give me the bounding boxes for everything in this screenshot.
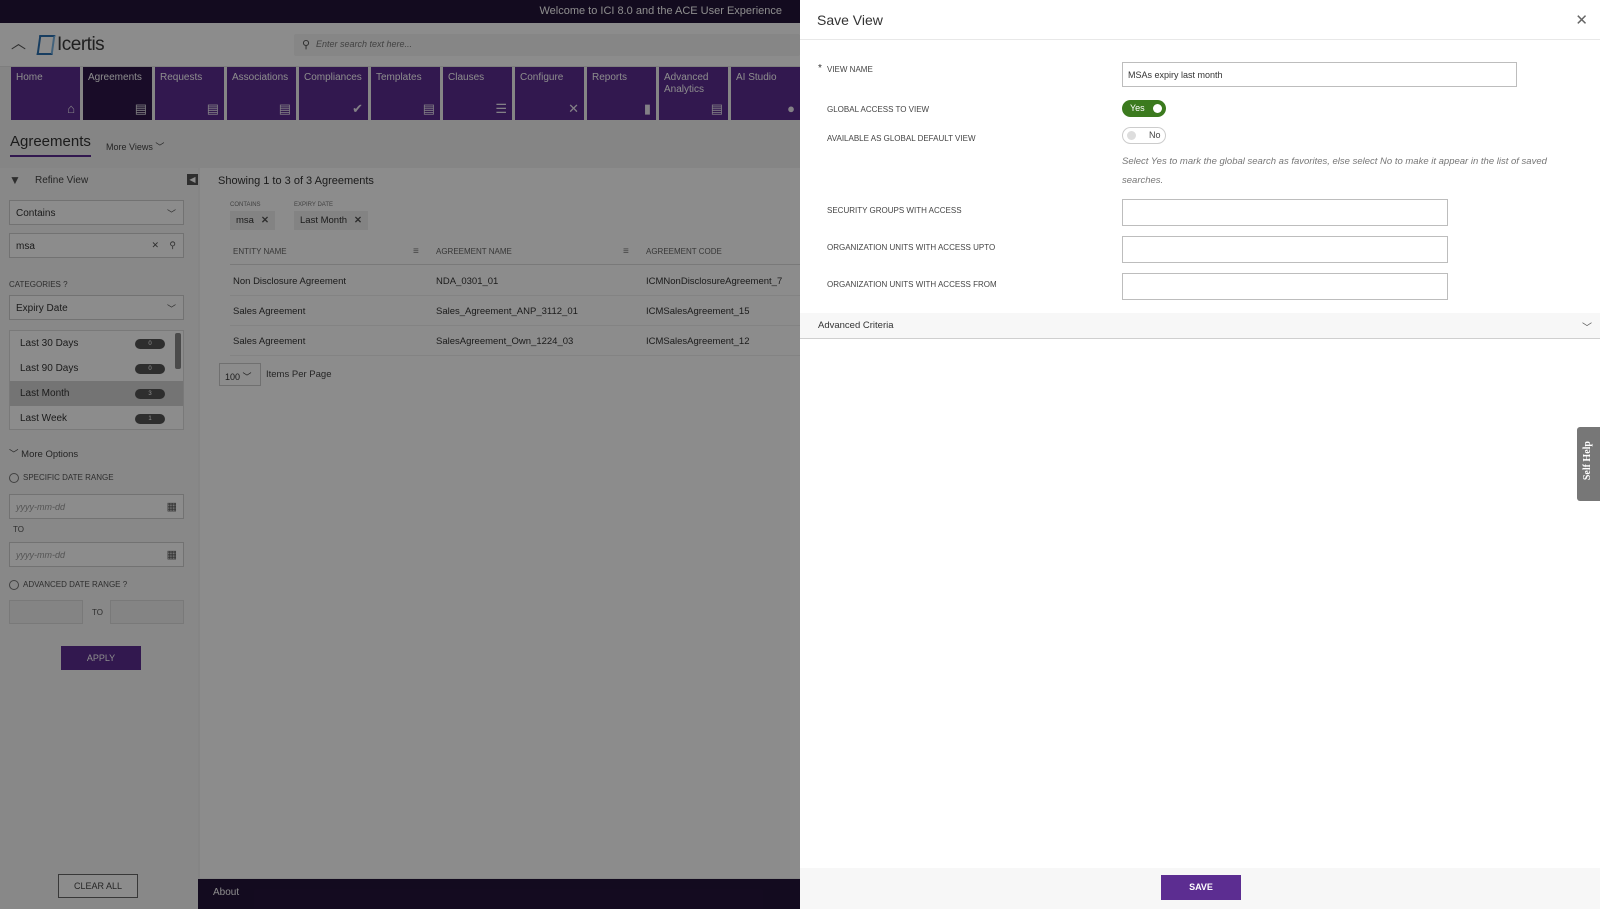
view-name-input[interactable]: MSAs expiry last month [1122,62,1517,87]
close-icon[interactable]: ✕ [1575,11,1588,29]
self-help-tab[interactable]: Self Help [1577,427,1600,501]
global-access-toggle[interactable]: Yes [1122,100,1166,117]
org-units-from-input[interactable] [1122,273,1448,300]
advanced-criteria-accordion[interactable]: Advanced Criteria ﹀ [800,313,1600,339]
org-units-upto-input[interactable] [1122,236,1448,263]
panel-footer: SAVE [800,868,1600,909]
global-default-hint: Select Yes to mark the global search as … [1122,156,1547,186]
toggle-value: No [1149,130,1161,140]
advanced-criteria-label: Advanced Criteria [818,320,894,331]
panel-header: Save View ✕ [800,0,1600,40]
global-default-toggle[interactable]: No [1122,127,1166,144]
global-default-label: AVAILABLE AS GLOBAL DEFAULT VIEW [827,134,976,143]
security-groups-input[interactable] [1122,199,1448,226]
toggle-value: Yes [1130,103,1145,113]
chevron-down-icon: ﹀ [1582,323,1592,334]
save-view-panel: Save View ✕ * VIEW NAME MSAs expiry last… [800,0,1600,909]
required-marker: * [818,63,822,74]
org-units-from-label: ORGANIZATION UNITS WITH ACCESS FROM [827,280,997,289]
toggle-knob [1127,131,1136,140]
view-name-value: MSAs expiry last month [1128,70,1223,80]
save-button[interactable]: SAVE [1161,875,1241,900]
view-name-label: VIEW NAME [827,65,873,74]
modal-overlay[interactable] [0,0,800,909]
self-help-label: Self Help [1582,441,1593,481]
toggle-knob [1153,104,1162,113]
panel-title: Save View [817,12,883,28]
org-units-upto-label: ORGANIZATION UNITS WITH ACCESS UPTO [827,243,996,252]
security-groups-label: SECURITY GROUPS WITH ACCESS [827,206,962,215]
global-access-label: GLOBAL ACCESS TO VIEW [827,105,930,114]
